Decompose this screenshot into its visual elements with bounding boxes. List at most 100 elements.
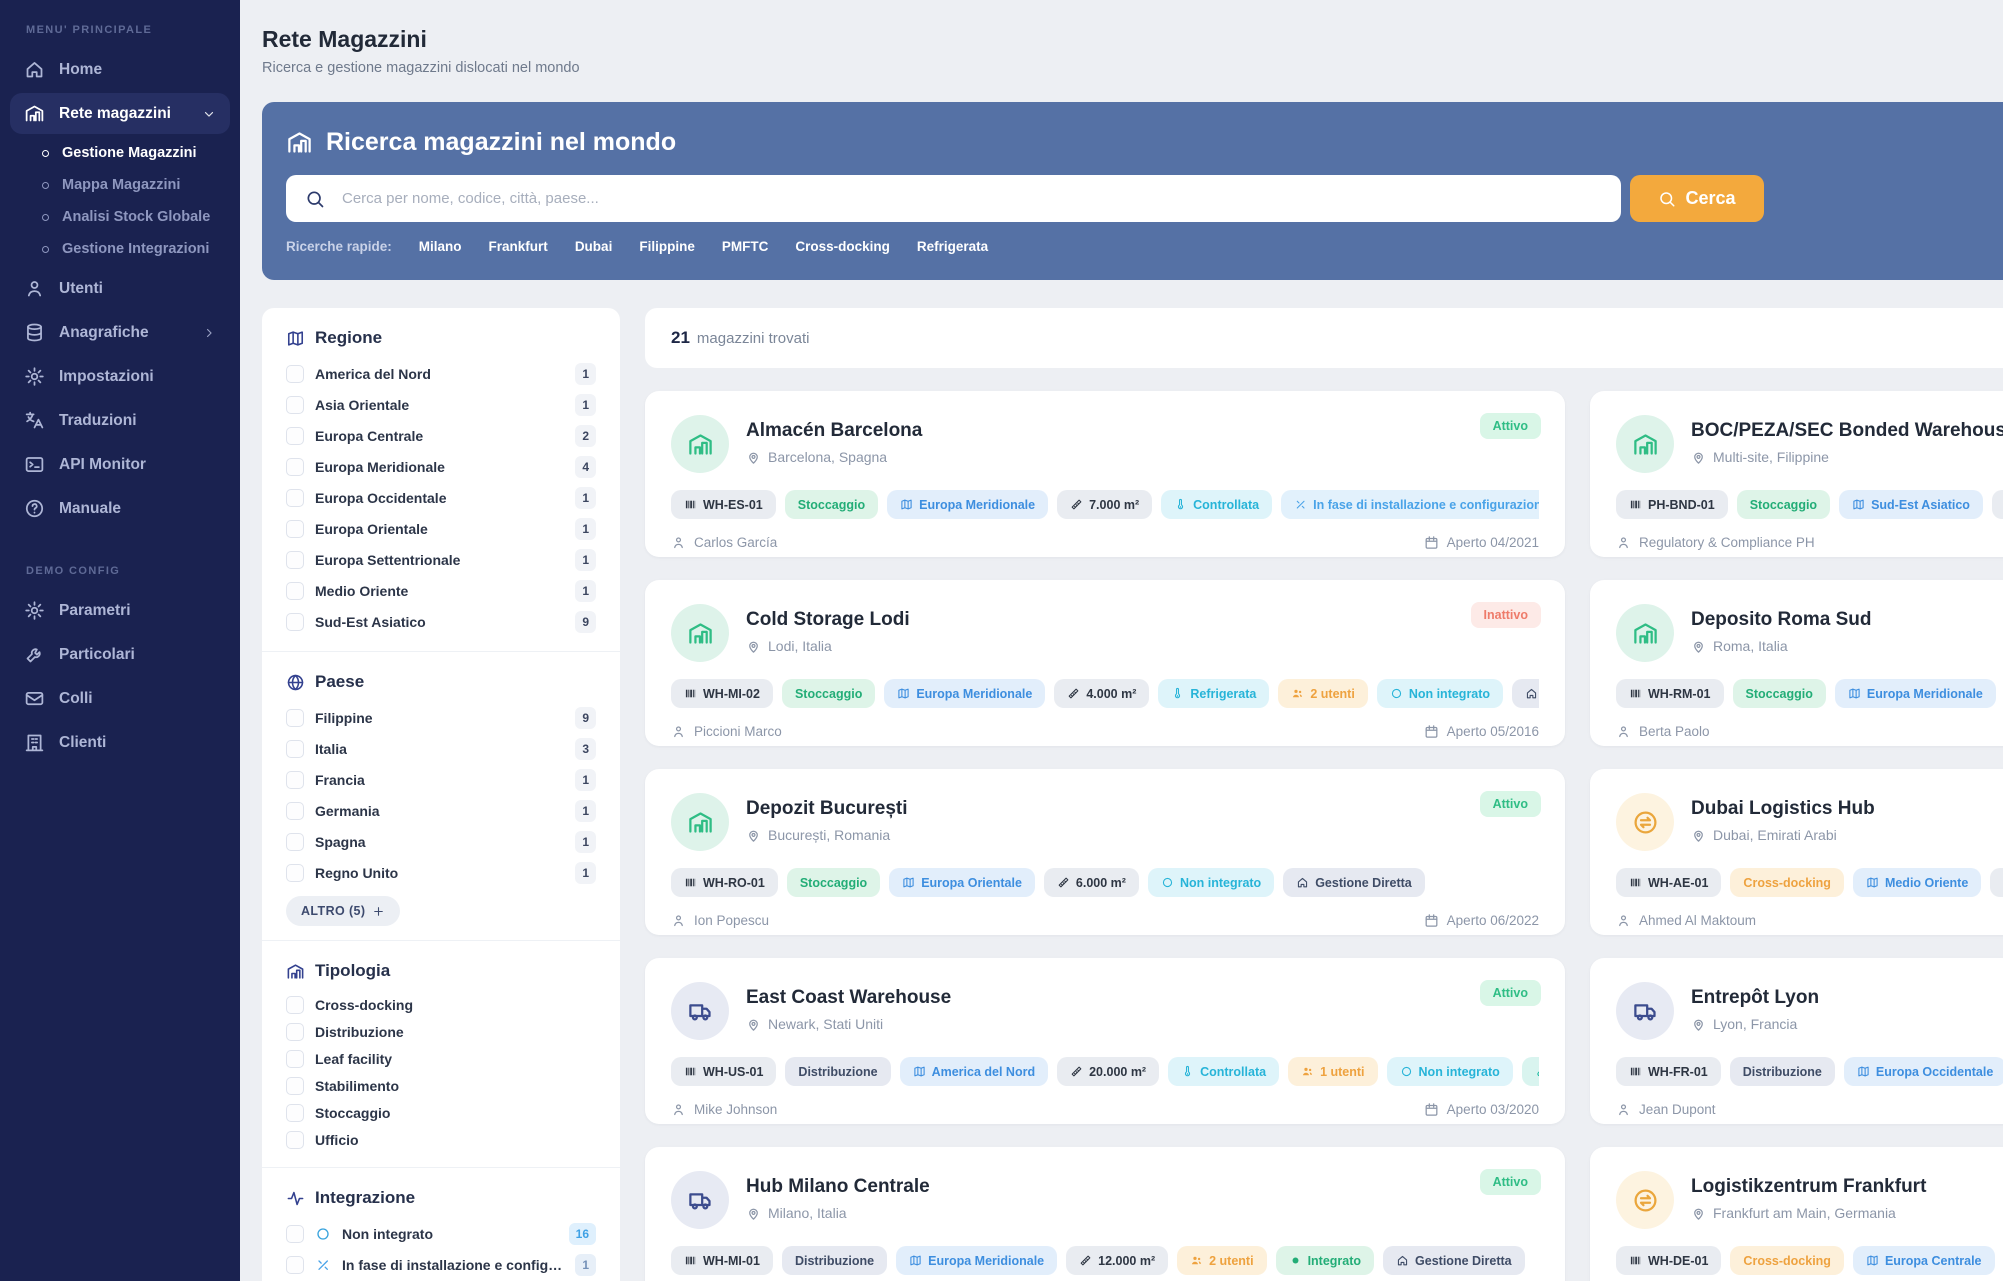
filter-section-tipologia: Tipologia Cross-docking Distribuzione Leaf … xyxy=(262,941,620,1168)
tag-distribuzione: Distribuzione xyxy=(785,1057,891,1086)
search-hero-panel: Ricerca magazzini nel mondo Cerca Ricerc… xyxy=(262,102,2003,280)
quick-search-refrigerata[interactable]: Refrigerata xyxy=(917,239,988,254)
person-icon xyxy=(1616,1102,1631,1117)
tag-3pl: 3PL xyxy=(1521,1057,1539,1086)
filter-label: Regno Unito xyxy=(315,864,399,881)
person-icon xyxy=(1616,913,1631,928)
sidebar-item-home[interactable]: Home xyxy=(10,49,230,90)
sidebar-item-label: Home xyxy=(59,60,103,78)
manager-name: Jean Dupont xyxy=(1639,1102,1716,1117)
sidebar-item-clienti[interactable]: Clienti xyxy=(10,722,230,763)
manager-name: Ion Popescu xyxy=(694,913,770,928)
map-icon xyxy=(913,1065,926,1078)
results-count: 21 xyxy=(671,328,690,347)
plus-icon xyxy=(372,905,385,918)
tag-controllata: Controllata xyxy=(1168,1057,1280,1086)
checkbox[interactable] xyxy=(286,612,304,631)
sidebar-subitem-gestione-integrazioni[interactable]: Gestione Integrazioni xyxy=(0,233,240,265)
checkbox[interactable] xyxy=(286,770,304,789)
quick-search-pmftc[interactable]: PMFTC xyxy=(722,239,769,254)
tag-7-000-m: 7.000 m² xyxy=(1057,490,1153,519)
warehouse-card-entrep-t-lyon[interactable]: Entrepôt Lyon Lyon, Francia WH-FR-01 Distri… xyxy=(1590,958,2003,1124)
filter-row-leaf-facility: Leaf facility xyxy=(286,1045,596,1072)
checkbox[interactable] xyxy=(286,801,304,820)
checkbox[interactable] xyxy=(286,364,304,383)
sidebar-item-utenti[interactable]: Utenti xyxy=(10,268,230,309)
filters-panel: Regione America del Nord 1 Asia Orientale 1 E… xyxy=(262,308,620,1281)
person-icon xyxy=(1616,535,1631,550)
warehouse-card-logistikzentrum-frankfurt[interactable]: Logistikzentrum Frankfurt Frankfurt am Ma… xyxy=(1590,1147,2003,1281)
warehouse-card-deposito-roma-sud[interactable]: Deposito Roma Sud Roma, Italia WH-RM-01 Sto… xyxy=(1590,580,2003,746)
sidebar-subitem-analisi-stock-globale[interactable]: Analisi Stock Globale xyxy=(0,201,240,233)
card-footer: Piccioni Marco Aperto 05/2016 xyxy=(671,724,1539,739)
filter-row-cross-docking: Cross-docking xyxy=(286,991,596,1018)
card-avatar xyxy=(671,793,729,851)
checkbox[interactable] xyxy=(286,863,304,882)
checkbox[interactable] xyxy=(286,995,304,1014)
quick-search-frankfurt[interactable]: Frankfurt xyxy=(489,239,548,254)
checkbox[interactable] xyxy=(286,1130,304,1149)
filter-row-distribuzione: Distribuzione xyxy=(286,1018,596,1045)
sidebar-item-impostazioni[interactable]: Impostazioni xyxy=(10,356,230,397)
checkbox[interactable] xyxy=(286,457,304,476)
checkbox[interactable] xyxy=(286,739,304,758)
sidebar-subitem-gestione-magazzini[interactable]: Gestione Magazzini xyxy=(0,137,240,169)
sidebar-item-manuale[interactable]: Manuale xyxy=(10,488,230,529)
circle-o-icon xyxy=(1390,687,1403,700)
search-input[interactable] xyxy=(342,190,1605,207)
checkbox[interactable] xyxy=(286,426,304,445)
checkbox[interactable] xyxy=(286,1224,304,1243)
card-footer: Carlos García Aperto 04/2021 xyxy=(671,535,1539,550)
checkbox[interactable] xyxy=(286,395,304,414)
sidebar-item-particolari[interactable]: Particolari xyxy=(10,634,230,675)
tag-label: Europa Occidentale xyxy=(1875,1064,1994,1079)
quick-search-milano[interactable]: Milano xyxy=(419,239,462,254)
card-location-text: Barcelona, Spagna xyxy=(768,449,888,465)
checkbox[interactable] xyxy=(286,581,304,600)
checkbox[interactable] xyxy=(286,708,304,727)
checkbox[interactable] xyxy=(286,1022,304,1041)
checkbox[interactable] xyxy=(286,488,304,507)
tag-refrigerata: Refrigerata xyxy=(1158,679,1270,708)
warehouse-card-almac-n-barcelona[interactable]: Almacén Barcelona Barcelona, Spagna Attivo… xyxy=(645,391,1565,557)
checkbox[interactable] xyxy=(286,1076,304,1095)
sidebar-item-anagrafiche[interactable]: Anagrafiche xyxy=(10,312,230,353)
card-avatar xyxy=(1616,1171,1674,1229)
warehouse-card-depozit-bucure-ti[interactable]: Depozit București București, Romania Attiv… xyxy=(645,769,1565,935)
checkbox[interactable] xyxy=(286,550,304,569)
tools-icon xyxy=(315,1257,331,1273)
tag-in-fase-di-installazione-e-configurazione: In fase di installazione e configurazion… xyxy=(1281,490,1539,519)
warehouse-card-dubai-logistics-hub[interactable]: Dubai Logistics Hub Dubai, Emirati Arabi W… xyxy=(1590,769,2003,935)
tag-label: Medio Oriente xyxy=(1884,875,1969,890)
checkbox[interactable] xyxy=(286,1103,304,1122)
search-button[interactable]: Cerca xyxy=(1630,175,1764,222)
sidebar-item-api-monitor[interactable]: API Monitor xyxy=(10,444,230,485)
tag-europa-orientale: Europa Orientale xyxy=(889,868,1035,897)
filter-label: Europa Settentrionale xyxy=(315,551,461,568)
quick-search-filippine[interactable]: Filippine xyxy=(639,239,695,254)
quick-search-dubai[interactable]: Dubai xyxy=(575,239,613,254)
tag-europa-meridionale: Europa Meridionale xyxy=(884,679,1046,708)
warehouse-card-boc-peza-sec-bonded-warehouses[interactable]: BOC/PEZA/SEC Bonded Warehouses Multi-site… xyxy=(1590,391,2003,557)
sidebar-item-colli[interactable]: Colli xyxy=(10,678,230,719)
warehouse-card-east-coast-warehouse[interactable]: East Coast Warehouse Newark, Stati Uniti A… xyxy=(645,958,1565,1124)
sidebar-item-traduzioni[interactable]: Traduzioni xyxy=(10,400,230,441)
tag-label: Europa Meridionale xyxy=(919,497,1036,512)
warehouse-card-cold-storage-lodi[interactable]: Cold Storage Lodi Lodi, Italia Inattivo WH-… xyxy=(645,580,1565,746)
filter-count-badge: 16 xyxy=(568,1222,596,1245)
filter-section-title: Tipologia xyxy=(286,961,596,981)
show-more-button[interactable]: ALTRO (5) xyxy=(286,896,401,926)
tag-europa-meridionale: Europa Meridionale xyxy=(887,490,1049,519)
warehouse-card-hub-milano-centrale[interactable]: Hub Milano Centrale Milano, Italia Attivo W… xyxy=(645,1147,1565,1281)
checkbox[interactable] xyxy=(286,519,304,538)
card-location: Newark, Stati Uniti xyxy=(746,1016,951,1032)
tag-distribuzione: Distribuzione xyxy=(1729,1057,1835,1086)
checkbox[interactable] xyxy=(286,1255,304,1274)
quick-search-cross-docking[interactable]: Cross-docking xyxy=(795,239,890,254)
sidebar-item-rete-magazzini[interactable]: Rete magazzini xyxy=(10,93,230,134)
checkbox[interactable] xyxy=(286,1049,304,1068)
sidebar-item-parametri[interactable]: Parametri xyxy=(10,590,230,631)
sidebar-subitem-mappa-magazzini[interactable]: Mappa Magazzini xyxy=(0,169,240,201)
tag-label: Europa Centrale xyxy=(1884,1253,1982,1268)
checkbox[interactable] xyxy=(286,832,304,851)
